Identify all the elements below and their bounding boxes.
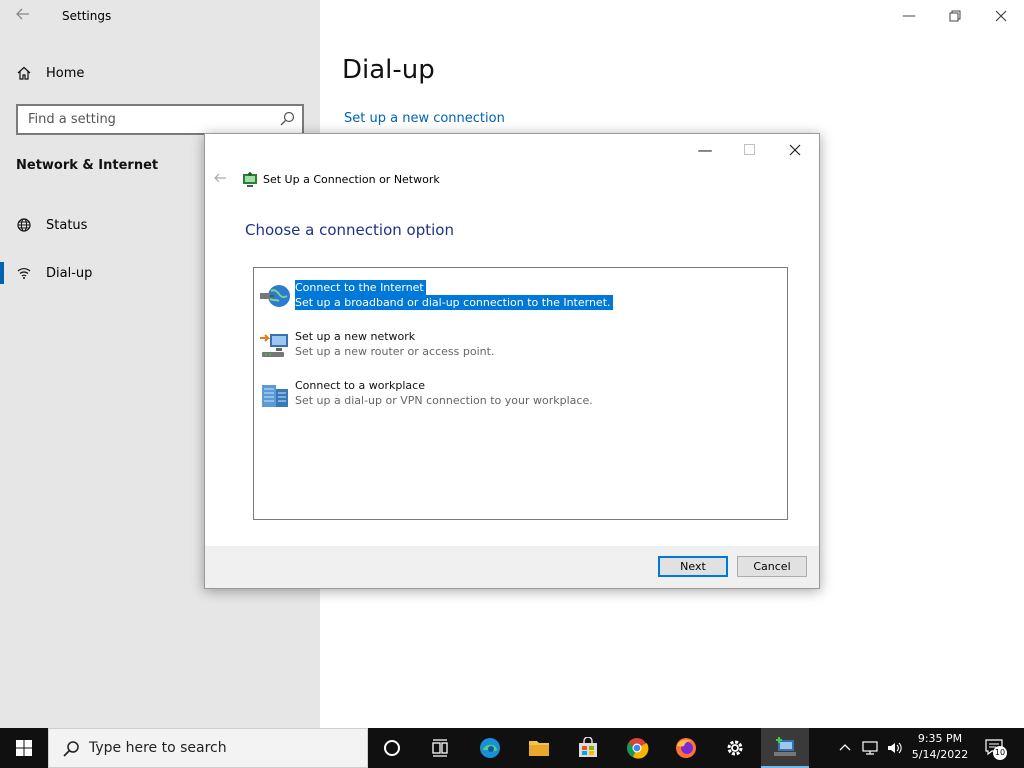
setup-connection-dialog: — Set Up a Connection or Network Choose …: [204, 133, 820, 589]
dialog-back-arrow-icon[interactable]: [213, 171, 227, 189]
option-description: Set up a dial-up or VPN connection to yo…: [295, 394, 593, 407]
connection-options-list: Connect to the Internet Set up a broadba…: [253, 267, 788, 520]
option-connect-workplace[interactable]: Connect to a workplace Set up a dial-up …: [258, 374, 778, 412]
sidebar-item-status[interactable]: Status: [16, 214, 87, 236]
dialup-label: Dial-up: [46, 265, 93, 281]
cancel-button[interactable]: Cancel: [737, 556, 807, 577]
close-button[interactable]: [990, 6, 1012, 26]
next-button[interactable]: Next: [658, 556, 728, 577]
firefox-icon[interactable]: [662, 728, 710, 768]
dialog-title: Set Up a Connection or Network: [263, 173, 440, 186]
dialog-maximize-button: [737, 140, 761, 160]
option-new-network[interactable]: Set up a new network Set up a new router…: [258, 325, 778, 363]
internet-globe-icon: [260, 285, 290, 307]
show-hidden-icons-chevron-icon[interactable]: [838, 728, 852, 768]
back-arrow-icon[interactable]: [15, 6, 35, 26]
dialog-close-button[interactable]: [783, 140, 807, 160]
find-setting-input[interactable]: Find a setting: [16, 104, 304, 135]
action-center-icon[interactable]: 10: [982, 728, 1008, 768]
setup-new-connection-link[interactable]: Set up a new connection: [344, 111, 505, 126]
dialog-heading: Choose a connection option: [245, 221, 454, 239]
restore-button[interactable]: [944, 6, 966, 26]
home-label: Home: [46, 65, 85, 81]
selected-indicator: [0, 262, 4, 284]
network-setup-icon: [243, 172, 257, 187]
start-button[interactable]: [0, 728, 48, 768]
volume-icon[interactable]: [886, 728, 904, 768]
task-view-icon[interactable]: [416, 728, 464, 768]
network-setup-taskbar-icon[interactable]: [761, 728, 809, 768]
clock-date: 5/14/2022: [911, 748, 969, 761]
page-title: Dial-up: [342, 55, 435, 85]
search-icon: [63, 741, 79, 757]
home-icon: [17, 66, 31, 80]
option-connect-internet[interactable]: Connect to the Internet Set up a broadba…: [258, 276, 778, 314]
taskbar-search-box[interactable]: Type here to search: [48, 728, 368, 768]
store-icon[interactable]: [564, 728, 612, 768]
new-network-icon: [260, 334, 288, 357]
file-explorer-icon[interactable]: [515, 728, 563, 768]
clock-time: 9:35 PM: [917, 732, 963, 745]
edge-icon[interactable]: [466, 728, 514, 768]
dialup-icon: [17, 268, 31, 279]
system-clock[interactable]: 9:35 PM 5/14/2022: [905, 731, 975, 763]
sidebar-item-home[interactable]: Home: [16, 62, 84, 84]
windows-logo-icon: [16, 740, 32, 756]
workplace-icon: [262, 385, 288, 407]
globe-icon: [17, 218, 31, 232]
taskbar: Type here to search 9:35 PM 5/14/2022 10: [0, 728, 1024, 768]
taskbar-search-placeholder: Type here to search: [89, 740, 227, 756]
dialog-minimize-button[interactable]: —: [693, 140, 717, 160]
search-placeholder: Find a setting: [28, 112, 116, 127]
status-label: Status: [46, 217, 88, 233]
settings-window-title: Settings: [62, 9, 112, 23]
section-title: Network & Internet: [16, 158, 159, 173]
option-title: Set up a new network: [295, 330, 416, 343]
option-description: Set up a new router or access point.: [295, 345, 495, 358]
chrome-icon[interactable]: [613, 728, 661, 768]
option-title: Connect to the Internet: [295, 280, 426, 295]
settings-gear-icon[interactable]: [711, 728, 759, 768]
sidebar-item-dialup[interactable]: Dial-up: [16, 262, 92, 284]
minimize-button[interactable]: —: [898, 6, 920, 26]
dialog-footer: Next Cancel: [205, 546, 819, 588]
search-icon: [280, 111, 295, 126]
option-title: Connect to a workplace: [295, 379, 425, 392]
notification-badge: 10: [993, 746, 1007, 760]
network-status-icon[interactable]: [862, 728, 880, 768]
option-description: Set up a broadband or dial-up connection…: [295, 295, 613, 310]
cortana-icon[interactable]: [368, 728, 416, 768]
